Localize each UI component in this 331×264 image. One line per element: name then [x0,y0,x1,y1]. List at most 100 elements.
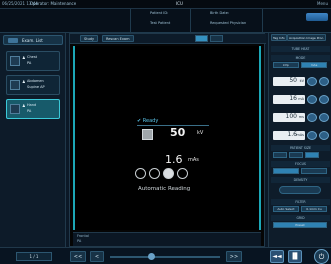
size-small-button[interactable] [273,152,287,158]
menu-label[interactable]: Menu [317,1,328,6]
ma-param-unit: mA [298,97,304,101]
step-line2: PA [27,109,32,113]
image-viewer: Study Rescan Exam ✔ Ready 50 kV 1.6 mAs … [69,33,266,247]
detector-icon [142,129,153,140]
footer-line2: PA [77,239,82,243]
top-status-bar: 06/25/2021 13:44 Operator: Maintenance I… [0,0,331,9]
exam-step-item[interactable]: ♟ Abdomen Supine AP [6,75,60,95]
exposure-control-panel: Tag Info Acquisition Image Proc. TUBE HE… [268,33,331,247]
mas-decrease-button[interactable] [307,131,317,140]
density-label: DENSITY [271,177,330,183]
slider-thumb[interactable] [148,253,155,260]
exam-list-panel: Exam. List ♟ Chest PA ♟ Abdomen Supine A… [0,33,66,247]
ready-text: Ready [142,118,159,124]
focus-small-button[interactable] [273,168,299,174]
mas-increase-button[interactable] [319,131,329,140]
exam-step-item-active[interactable]: ♟ Hand PA [6,99,60,119]
scroll-slider[interactable] [110,256,220,258]
ms-decrease-button[interactable] [307,113,317,122]
patient-id-label: Patient ID: [150,11,169,15]
focus-large-button[interactable] [301,168,327,174]
preset-button[interactable]: Preset [273,222,327,228]
size-large-button[interactable] [305,152,319,158]
mas-value: 1.6 [165,153,183,166]
tube-heat-label: TUBE HEAT [271,46,330,52]
ms-param[interactable]: 100 ms [273,113,305,122]
tab-rescan[interactable]: Rescan Exam [102,35,134,42]
ref-physician-value: Requested Physician [210,21,247,25]
ma-decrease-button[interactable] [307,95,317,104]
tab-acquisition[interactable]: Acquisition Image Proc. [287,34,327,41]
step-line1: Chest [27,55,38,59]
exam-list-tab-label: Exam. List [22,38,43,43]
divider [130,9,131,33]
tab-study[interactable]: Study [80,35,99,42]
kv-param[interactable]: 50 kV [273,77,305,86]
mode-mas-button[interactable]: mAs [301,62,327,68]
power-icon[interactable]: ⏻ [314,249,329,264]
exam-list-tab[interactable]: Exam. List [3,35,63,45]
ma-param-value: 16 [289,95,297,102]
ready-status: ✔ Ready [137,118,159,124]
list-icon [8,38,18,43]
ms-param-unit: ms [298,115,304,119]
kv-decrease-button[interactable] [307,77,317,86]
kv-param-value: 50 [289,77,297,84]
ms-increase-button[interactable] [319,113,329,122]
layout-single-button[interactable] [195,35,208,42]
kv-param-unit: kV [299,79,304,83]
size-medium-button[interactable] [289,152,303,158]
filter-cu-button[interactable]: 0.1mm Cu [301,206,327,212]
step-line1: Abdomen [27,79,44,83]
mas-param-unit: mAs [296,133,304,137]
person-icon: ♟ [22,55,26,60]
step-line1: Hand [27,103,37,107]
birth-date-label: Birth Date: [210,11,230,15]
ma-increase-button[interactable] [319,95,329,104]
pause-button[interactable]: ▐▌ [288,250,302,263]
filter-auto-button[interactable]: Auto Select [273,206,299,212]
patient-info-bar: Patient ID: Test Patient Birth Date: Req… [0,9,331,33]
viewer-footer: Frontal PA [73,232,261,246]
system-menu-button[interactable] [306,13,328,21]
divider [190,9,191,33]
hand-thumbnail-icon [10,104,20,114]
next-page-button[interactable]: >> [226,251,242,262]
mode-off-icon [149,168,160,179]
tab-tag-info[interactable]: Tag Info [271,34,287,41]
chest-thumbnail-icon [10,56,20,66]
mode-person-icon [177,168,188,179]
mode-off-icon [135,168,146,179]
page-indicator: 1 / 1 [16,252,52,261]
step-line2: Supine AP [27,85,45,89]
reading-mode-label: Automatic Reading [138,186,191,192]
mode-detector-icon [163,168,174,179]
kv-unit: kV [197,130,204,136]
filter-label: FILTER [271,199,330,205]
mas-unit: mAs [188,157,199,163]
grid-label: GRID [271,215,330,221]
rewind-button[interactable]: ◄◄ [270,250,284,263]
abdomen-thumbnail-icon [10,80,20,90]
exam-step-item[interactable]: ♟ Chest PA [6,51,60,71]
density-control[interactable] [279,186,321,194]
image-display-area[interactable]: ✔ Ready 50 kV 1.6 mAs Automatic Reading [73,46,261,230]
mode-kvp-button[interactable]: kVp [273,62,299,68]
person-icon: ♟ [22,103,26,108]
kv-increase-button[interactable] [319,77,329,86]
mode-label: MODE [271,55,330,61]
operator-label: Operator: Maintenance [30,1,77,6]
bottom-toolbar: 1 / 1 << < >> ◄◄ ▐▌ ⏻ [0,247,331,264]
kv-value: 50 [170,126,186,139]
mas-param[interactable]: 1.6 mAs [273,131,305,140]
center-status: ICU [176,1,183,6]
ma-param[interactable]: 16 mA [273,95,305,104]
exposure-mode-icons [135,168,215,180]
layout-dual-button[interactable] [210,35,223,42]
ms-param-value: 100 [285,113,297,120]
prev-page-button[interactable]: < [90,251,104,262]
first-page-button[interactable]: << [70,251,86,262]
viewer-tabs: Study Rescan Exam [70,34,266,44]
person-icon: ♟ [22,79,26,84]
patient-name-value: Test Patient [150,21,171,25]
